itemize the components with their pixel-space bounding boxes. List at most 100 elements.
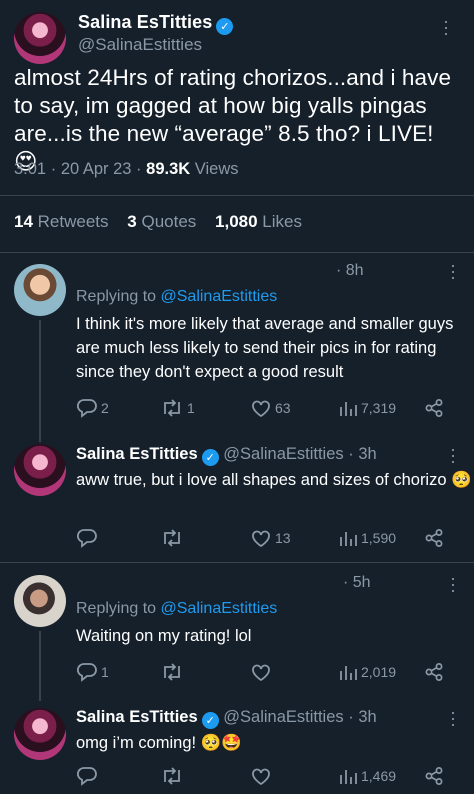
replying-to: Replying to @SalinaEstitties xyxy=(76,600,277,618)
reply-avatar[interactable] xyxy=(14,575,66,627)
verified-badge-icon: ✓ xyxy=(201,449,219,466)
reply-button[interactable]: 2 xyxy=(76,398,109,418)
quotes-label: Quotes xyxy=(141,212,197,231)
reply-author-name[interactable]: Salina EsTitties xyxy=(76,708,198,726)
reply-author-row[interactable]: Salina EsTitties ✓ @SalinaEstitties · 3h xyxy=(76,708,377,729)
thread-line xyxy=(39,320,41,442)
replying-to-handle[interactable]: @SalinaEstitties xyxy=(161,600,278,617)
likes-count: 1,080 xyxy=(215,212,258,231)
reply-avatar[interactable] xyxy=(14,708,66,760)
share-icon xyxy=(425,663,443,681)
author-avatar[interactable] xyxy=(14,12,66,64)
like-button[interactable]: 13 xyxy=(250,528,291,548)
reply-button[interactable]: 1 xyxy=(76,662,109,682)
views-icon xyxy=(340,770,357,784)
retweet-button[interactable]: 1 xyxy=(160,398,195,418)
reply-icon xyxy=(76,399,97,418)
views-icon xyxy=(340,532,357,546)
more-icon[interactable]: · · · xyxy=(443,569,463,599)
reply-text: I think it's more likely that average an… xyxy=(76,315,454,381)
like-icon xyxy=(252,400,270,418)
reply-icon xyxy=(76,529,97,548)
replying-prefix: Replying to xyxy=(76,600,157,617)
retweet-button[interactable] xyxy=(160,528,184,548)
quotes-count: 3 xyxy=(127,212,137,231)
share-button[interactable] xyxy=(424,398,444,418)
meta-separator: · xyxy=(50,160,57,178)
views-button[interactable]: 7,319 xyxy=(338,398,396,418)
views-label: Views xyxy=(194,160,239,178)
reply-actions: 2 1 63 7,319 xyxy=(76,398,456,420)
reply-avatar[interactable] xyxy=(14,264,66,316)
divider xyxy=(0,562,474,563)
retweet-button[interactable] xyxy=(160,766,184,786)
quotes-stat[interactable]: 3 Quotes xyxy=(127,212,196,231)
views-button[interactable]: 1,469 xyxy=(338,766,396,786)
share-button[interactable] xyxy=(424,662,444,682)
tweet-meta: 3:01 · 20 Apr 23 · 89.3K Views xyxy=(14,160,238,179)
divider xyxy=(0,195,474,196)
reply-actions: 1,469 xyxy=(76,766,456,788)
like-button[interactable]: 63 xyxy=(250,398,291,418)
reply-actions: 1 2,019 xyxy=(76,662,456,684)
views-button[interactable]: 1,590 xyxy=(338,528,396,548)
reply-count: 1 xyxy=(101,664,109,680)
meta-separator: · xyxy=(136,160,142,178)
retweets-stat[interactable]: 14 Retweets xyxy=(14,212,109,231)
reply-author-row[interactable]: Salina EsTitties ✓ @SalinaEstitties · 3h xyxy=(76,445,377,466)
likes-stat[interactable]: 1,080 Likes xyxy=(215,212,302,231)
retweet-count: 1 xyxy=(187,400,195,416)
reply-author-handle[interactable]: @SalinaEstitties xyxy=(223,708,343,726)
engagement-stats: 14 Retweets 3 Quotes 1,080 Likes xyxy=(14,212,302,232)
likes-label: Likes xyxy=(262,212,302,231)
more-icon[interactable]: · · · xyxy=(443,703,463,733)
share-button[interactable] xyxy=(424,766,444,786)
replying-to-handle[interactable]: @SalinaEstitties xyxy=(161,288,278,305)
reply-count: 2 xyxy=(101,400,109,416)
reply-time[interactable]: · 3h xyxy=(348,445,376,463)
author-display-name[interactable]: Salina EsTitties xyxy=(78,12,212,32)
retweet-button[interactable] xyxy=(160,662,184,682)
verified-badge-icon: ✓ xyxy=(216,18,234,35)
reply-text: omg i’m coming! 🥺🤩 xyxy=(76,734,242,752)
like-button[interactable] xyxy=(250,662,272,682)
share-button[interactable] xyxy=(424,528,444,548)
views-count[interactable]: 89.3K xyxy=(146,160,190,178)
tweet-time[interactable]: 3:01 xyxy=(14,160,46,178)
divider xyxy=(0,252,474,253)
reply-time[interactable]: · 5h xyxy=(343,574,371,592)
reply-text: aww true, but i love all shapes and size… xyxy=(76,471,472,489)
reply-avatar[interactable] xyxy=(14,444,66,496)
view-count: 7,319 xyxy=(361,400,397,416)
verified-badge-icon: ✓ xyxy=(201,712,219,729)
view-count: 2,019 xyxy=(361,664,397,680)
tweet-date[interactable]: 20 Apr 23 xyxy=(61,160,132,178)
tweet-thread-page: Salina EsTitties ✓ @SalinaEstitties · · · a… xyxy=(0,0,474,794)
reply-button[interactable] xyxy=(76,766,98,786)
reply-actions: 13 1,590 xyxy=(76,528,456,550)
author-handle[interactable]: @SalinaEstitties xyxy=(78,35,202,55)
more-icon[interactable]: · · · xyxy=(443,440,463,470)
view-count: 1,590 xyxy=(361,530,397,546)
more-icon[interactable]: · · · xyxy=(436,12,456,42)
more-icon[interactable]: · · · xyxy=(443,256,463,286)
like-button[interactable] xyxy=(250,766,272,786)
retweets-count: 14 xyxy=(14,212,33,231)
retweet-icon xyxy=(164,663,180,681)
retweet-icon xyxy=(164,529,180,547)
retweet-icon xyxy=(164,399,180,417)
reply-icon xyxy=(76,767,97,786)
views-button[interactable]: 2,019 xyxy=(338,662,396,682)
like-icon xyxy=(252,530,270,548)
view-count: 1,469 xyxy=(361,768,397,784)
reply-icon xyxy=(76,663,97,682)
reply-time[interactable]: · 3h xyxy=(348,708,376,726)
share-icon xyxy=(425,767,443,785)
reply-button[interactable] xyxy=(76,528,98,548)
reply-author-name[interactable]: Salina EsTitties xyxy=(76,445,198,463)
reply-time[interactable]: · 8h xyxy=(336,262,364,280)
reply-text: Waiting on my rating! lol xyxy=(76,627,252,645)
replying-to: Replying to @SalinaEstitties xyxy=(76,288,277,306)
author-name-row[interactable]: Salina EsTitties ✓ xyxy=(78,12,234,35)
reply-author-handle[interactable]: @SalinaEstitties xyxy=(223,445,343,463)
